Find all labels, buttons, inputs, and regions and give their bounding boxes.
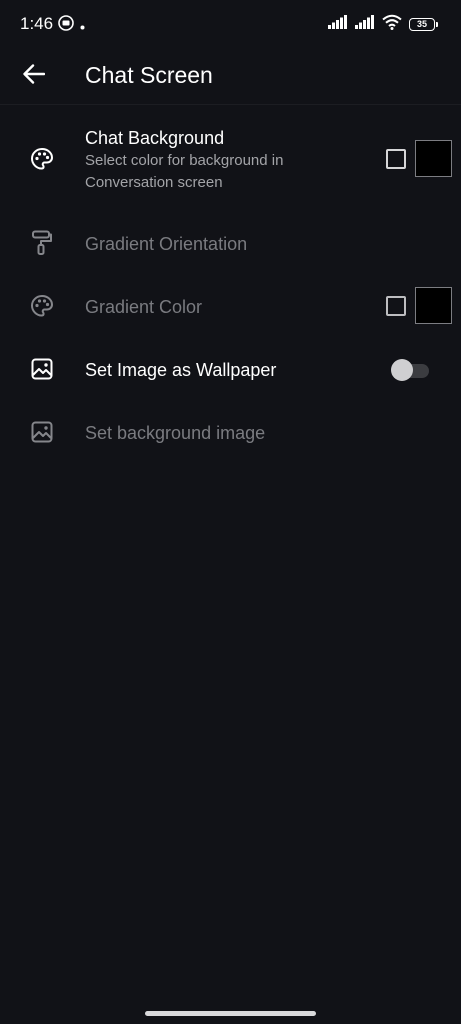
dot-icon	[80, 17, 85, 35]
battery-icon: 35	[409, 18, 438, 31]
wifi-icon	[382, 14, 402, 35]
back-button[interactable]	[18, 60, 50, 92]
image-icon	[29, 356, 55, 382]
setting-title: Set Image as Wallpaper	[85, 360, 277, 380]
status-right-icons: 35	[328, 14, 438, 35]
setting-chat-background[interactable]: Chat Background Select color for backgro…	[0, 110, 461, 208]
gesture-nav-handle[interactable]	[145, 1011, 316, 1016]
toggle-thumb	[391, 359, 413, 381]
palette-icon	[29, 293, 55, 319]
wallpaper-toggle[interactable]	[391, 358, 431, 382]
gradient-color-checkbox[interactable]	[386, 296, 406, 316]
chat-background-color-swatch[interactable]	[415, 140, 452, 177]
setting-gradient-color[interactable]: Gradient Color	[0, 271, 461, 334]
setting-title: Gradient Orientation	[85, 234, 248, 254]
status-bar: 1:46 35	[0, 0, 461, 48]
setting-image-wallpaper[interactable]: Set Image as Wallpaper	[0, 334, 461, 397]
chat-background-checkbox[interactable]	[386, 149, 406, 169]
setting-subtitle: Select color for background in Conversat…	[85, 152, 284, 191]
settings-list: Chat Background Select color for backgro…	[0, 110, 461, 460]
page-title: Chat Screen	[85, 62, 213, 88]
signal-icon	[355, 15, 375, 34]
palette-icon	[29, 146, 55, 172]
image-icon	[29, 419, 55, 445]
notification-app-icon	[58, 15, 74, 36]
setting-title: Gradient Color	[85, 297, 203, 317]
setting-background-image[interactable]: Set background image	[0, 397, 461, 460]
status-left-icons	[58, 15, 85, 36]
status-time: 1:46	[20, 14, 54, 33]
gradient-color-swatch[interactable]	[415, 287, 452, 324]
chat-screen-settings: 1:46 35 Chat Screen Chat Background Sele…	[0, 0, 461, 1024]
battery-level: 35	[416, 19, 427, 29]
signal-icon	[328, 15, 348, 34]
setting-title: Chat Background	[85, 128, 225, 148]
setting-title: Set background image	[85, 423, 266, 443]
arrow-back-icon[interactable]	[23, 63, 46, 89]
setting-gradient-orientation[interactable]: Gradient Orientation	[0, 208, 461, 271]
paint-roller-icon	[29, 230, 55, 256]
app-bar: Chat Screen	[0, 48, 461, 105]
